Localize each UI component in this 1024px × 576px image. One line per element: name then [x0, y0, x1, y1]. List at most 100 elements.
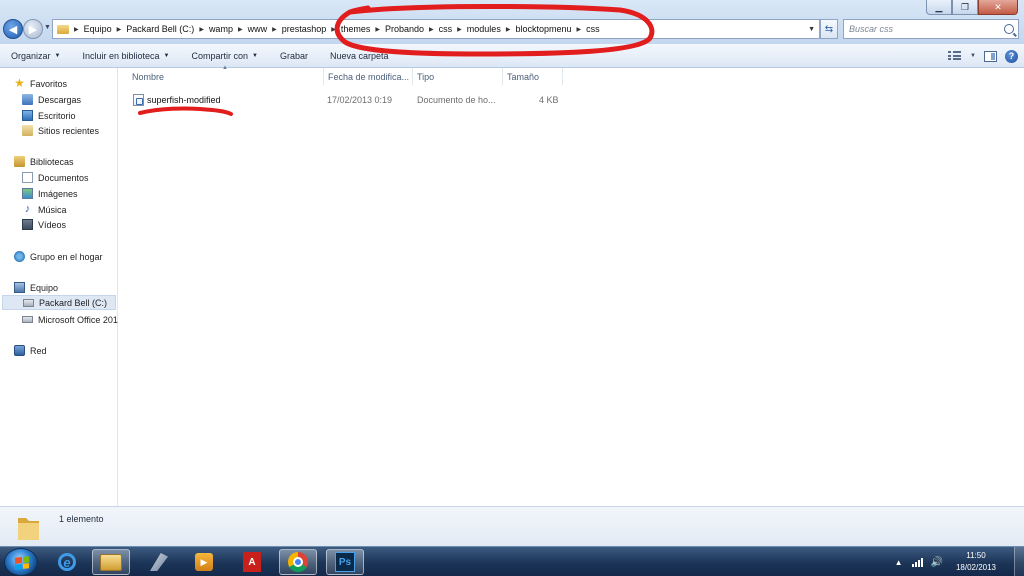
back-arrow-icon: ◀: [8, 23, 18, 36]
start-button[interactable]: [4, 548, 38, 576]
chevron-down-icon[interactable]: ▼: [970, 53, 976, 59]
sidebar-item-label: Descargas: [38, 94, 82, 105]
organize-menu[interactable]: Organizar ▼: [0, 45, 71, 67]
taskbar-internet-explorer[interactable]: e: [48, 549, 86, 575]
share-label: Compartir con: [191, 50, 248, 61]
file-row[interactable]: superfish-modified 17/02/2013 0:19 Docum…: [119, 92, 579, 108]
breadcrumb-separator-icon[interactable]: ▶: [115, 26, 124, 33]
sidebar-item-favorites[interactable]: ★ Favoritos: [14, 76, 132, 91]
taskbar-windows-explorer[interactable]: [92, 549, 130, 575]
chrome-icon: [288, 552, 308, 572]
breadcrumb-prestashop[interactable]: prestashop: [279, 20, 330, 38]
breadcrumb-separator-icon[interactable]: ▶: [329, 26, 338, 33]
refresh-button[interactable]: ⇆: [820, 19, 838, 39]
file-type: Documento de ho...: [417, 95, 496, 105]
column-header-name[interactable]: Nombre: [119, 68, 324, 85]
maximize-button[interactable]: ❐: [952, 0, 978, 15]
column-header-date[interactable]: Fecha de modifica...: [324, 68, 413, 85]
videos-icon: [22, 219, 33, 230]
chevron-down-icon: ▼: [163, 52, 170, 59]
sidebar-item-office-drive[interactable]: Microsoft Office 201: [22, 312, 118, 327]
breadcrumb-themes[interactable]: themes: [338, 20, 374, 38]
breadcrumb-equipo[interactable]: Equipo: [81, 20, 115, 38]
taskbar-chrome[interactable]: [279, 549, 317, 575]
breadcrumb-css[interactable]: css: [436, 20, 456, 38]
sidebar-item-homegroup[interactable]: Grupo en el hogar: [14, 249, 132, 264]
music-note-icon: ♪: [24, 203, 31, 215]
window-controls: ▁ ❐ ✕: [926, 0, 1018, 15]
documents-icon: [22, 172, 33, 183]
chevron-down-icon[interactable]: ▼: [804, 26, 819, 33]
organize-label: Organizar: [11, 50, 51, 61]
back-button[interactable]: ◀: [3, 19, 23, 39]
chevron-down-icon: ▼: [54, 52, 61, 59]
taskbar-wizard[interactable]: [140, 549, 178, 575]
burn-button[interactable]: Grabar: [269, 45, 319, 67]
sidebar-item-label: Red: [30, 345, 47, 356]
search-icon[interactable]: [1004, 24, 1014, 34]
recent-pages-dropdown[interactable]: ▼: [44, 24, 51, 31]
title-bar: ▁ ❐ ✕ ◀ ▶ ▼ ▶ Equipo ▶ Packard Bell (C:)…: [0, 0, 1024, 44]
breadcrumb-packard-bell[interactable]: Packard Bell (C:): [123, 20, 197, 38]
chevron-down-icon: ▼: [252, 52, 258, 59]
address-bar[interactable]: ▶ Equipo ▶ Packard Bell (C:) ▶ wamp ▶ ww…: [52, 19, 820, 39]
computer-icon: [14, 282, 25, 293]
sidebar-item-network[interactable]: Red: [14, 343, 132, 358]
taskbar: e ▶ A Ps ▲ 🔊 11:50 18/02/2013: [0, 546, 1024, 576]
pdf-icon: A: [243, 552, 261, 572]
taskbar-photoshop[interactable]: Ps: [326, 549, 364, 575]
breadcrumb-blocktopmenu[interactable]: blocktopmenu: [512, 20, 574, 38]
wand-icon: [150, 553, 168, 571]
hard-drive-icon: [23, 298, 34, 307]
taskbar-acrobat[interactable]: A: [233, 549, 271, 575]
breadcrumb-separator-icon[interactable]: ▶: [270, 26, 279, 33]
help-icon[interactable]: ?: [1005, 49, 1018, 63]
sidebar-item-label: Escritorio: [38, 110, 76, 121]
network-signal-icon[interactable]: [911, 557, 923, 567]
breadcrumb-modules[interactable]: modules: [464, 20, 504, 38]
breadcrumb-css-current[interactable]: css: [583, 20, 603, 38]
sidebar-item-label: Documentos: [38, 172, 89, 183]
forward-button[interactable]: ▶: [23, 19, 43, 39]
breadcrumb-www[interactable]: www: [245, 20, 271, 38]
breadcrumb-separator-icon[interactable]: ▶: [197, 26, 206, 33]
show-hidden-icons-icon[interactable]: ▲: [895, 558, 903, 567]
breadcrumb-separator-icon[interactable]: ▶: [236, 26, 245, 33]
breadcrumb-wamp[interactable]: wamp: [206, 20, 236, 38]
clock-time: 11:50: [966, 551, 986, 560]
clock[interactable]: 11:50 18/02/2013: [956, 550, 996, 574]
disc-drive-icon: [22, 316, 33, 323]
clock-date: 18/02/2013: [955, 563, 996, 572]
folder-icon: [18, 518, 39, 540]
preview-pane-icon[interactable]: [984, 50, 997, 62]
column-header-type[interactable]: Tipo: [413, 68, 503, 85]
command-bar: Organizar ▼ Incluir en biblioteca ▼ Compar…: [0, 44, 1024, 68]
breadcrumb-probando[interactable]: Probando: [382, 20, 427, 38]
search-input[interactable]: Buscar css: [843, 19, 1019, 39]
search-placeholder: Buscar css: [849, 24, 894, 34]
breadcrumb-separator-icon[interactable]: ▶: [504, 26, 513, 33]
change-view-icon[interactable]: [948, 51, 962, 61]
speaker-icon[interactable]: 🔊: [931, 557, 943, 568]
show-desktop-button[interactable]: [1014, 547, 1024, 576]
share-menu[interactable]: Compartir con ▼: [180, 45, 268, 67]
breadcrumb-separator-icon[interactable]: ▶: [373, 26, 382, 33]
sidebar-item-libraries[interactable]: Bibliotecas: [14, 154, 132, 169]
breadcrumb-separator-icon[interactable]: ▶: [72, 26, 81, 33]
close-button[interactable]: ✕: [978, 0, 1018, 15]
css-file-icon: [133, 94, 144, 106]
minimize-button[interactable]: ▁: [926, 0, 952, 15]
media-player-icon: ▶: [195, 553, 213, 571]
breadcrumb-separator-icon[interactable]: ▶: [455, 26, 464, 33]
taskbar-media-player[interactable]: ▶: [185, 549, 223, 575]
new-folder-button[interactable]: Nueva carpeta: [319, 45, 400, 67]
file-name: superfish-modified: [147, 95, 221, 105]
file-name-cell[interactable]: superfish-modified: [133, 92, 221, 108]
sidebar-item-computer[interactable]: Equipo: [14, 280, 132, 295]
breadcrumb-separator-icon[interactable]: ▶: [427, 26, 436, 33]
include-library-menu[interactable]: Incluir en biblioteca ▼: [71, 45, 180, 67]
breadcrumb-separator-icon[interactable]: ▶: [575, 26, 584, 33]
sidebar-item-packard-bell[interactable]: Packard Bell (C:): [2, 295, 116, 310]
column-header-size[interactable]: Tamaño: [503, 68, 563, 85]
item-count: 1 elemento: [59, 514, 104, 524]
